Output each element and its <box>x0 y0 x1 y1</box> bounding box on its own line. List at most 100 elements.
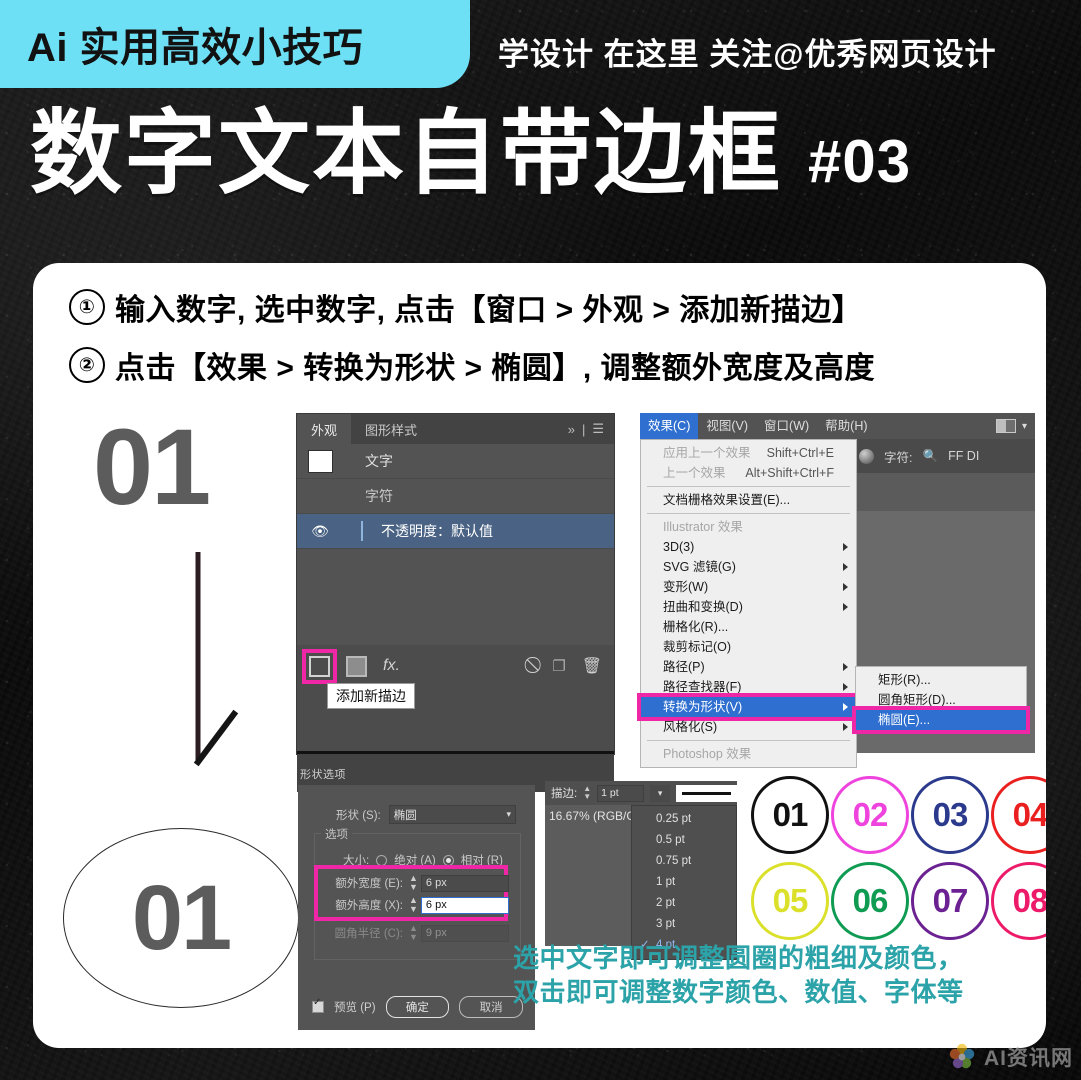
duplicate-item-icon[interactable]: ❐ <box>552 657 565 675</box>
fx-effects-icon[interactable]: fx. <box>383 657 400 675</box>
circle-cell: 05 <box>751 861 829 941</box>
menu-item[interactable]: 应用上一个效果 Shift+Ctrl+E <box>641 443 856 463</box>
menu-separator <box>647 513 850 514</box>
trash-icon[interactable]: 🗑 <box>582 656 602 676</box>
appearance-row-character[interactable]: 字符 <box>297 479 614 514</box>
ok-button[interactable]: 确定 <box>385 996 450 1018</box>
menu-item-shortcut: Shift+Ctrl+E <box>766 446 834 460</box>
size-label: 大小: <box>343 855 370 867</box>
appearance-row-opacity[interactable]: 👁 不透明度：默认值 <box>297 514 614 549</box>
content-card: ① 输入数字, 选中数字, 点击【窗口 > 外观 > 添加新描边】 ② 点击【效… <box>33 263 1046 1048</box>
add-new-stroke-icon[interactable] <box>309 655 330 677</box>
control-bar: 字符: 🔍 FF DI <box>845 439 1035 473</box>
submenu-item-rounded-rectangle[interactable]: 圆角矩形(D)... <box>856 690 1026 710</box>
options-legend: 选项 <box>321 826 352 842</box>
menu-item-crop-marks[interactable]: 裁剪标记(O) <box>641 637 856 657</box>
menu-item-3d[interactable]: 3D(3) <box>641 537 856 557</box>
stroke-option[interactable]: 0.75 pt <box>632 851 736 872</box>
menu-item-distort-transform[interactable]: 扭曲和变换(D) <box>641 597 856 617</box>
menu-item-svg-filters[interactable]: SVG 滤镜(G) <box>641 557 856 577</box>
menu-item-pathfinder[interactable]: 路径查找器(F) <box>641 677 856 697</box>
number-circle: 03 <box>911 776 989 854</box>
menu-item-raster-settings[interactable]: 文档栅格效果设置(E)... <box>641 490 856 510</box>
menu-help[interactable]: 帮助(H) <box>817 413 875 439</box>
character-label: 字符: <box>884 450 913 465</box>
convert-to-shape-submenu[interactable]: 矩形(R)... 圆角矩形(D)... 椭圆(E)... <box>852 666 1030 734</box>
chevron-double-right-icon[interactable]: » <box>568 422 575 437</box>
stepper-icon[interactable]: ▲ ▼ <box>409 874 418 892</box>
search-icon[interactable]: 🔍 <box>922 449 938 464</box>
menu-separator <box>647 486 850 487</box>
corner-radius-row: 圆角半径 (C): ▲ ▼ 9 px <box>325 924 509 942</box>
flower-logo-icon <box>949 1043 975 1069</box>
stroke-option[interactable]: 2 pt <box>632 893 736 914</box>
appearance-panel[interactable]: 外观 图形样式 » | ☰ 文字 字符 👁 不透明度：默认值 fx. ❐ 🗑 添… <box>296 413 615 792</box>
menu-item[interactable]: 上一个效果 Alt+Shift+Ctrl+F <box>641 463 856 483</box>
circle-cell: 03 <box>911 775 989 855</box>
stroke-option[interactable]: 0.5 pt <box>632 830 736 851</box>
stroke-label: 描边: <box>551 788 578 800</box>
menu-item-label: 路径(P) <box>663 660 705 674</box>
number-circle: 06 <box>831 862 909 940</box>
chevron-down-icon[interactable]: ▾ <box>506 809 511 820</box>
shape-options-title: 形状选项 <box>300 769 346 781</box>
stroke-weight-menu[interactable]: 0.25 pt 0.5 pt 0.75 pt 1 pt 2 pt 3 pt 4 … <box>631 805 737 960</box>
menu-group-photoshop-effects: Photoshop 效果 <box>663 747 752 761</box>
radio-absolute-label: 绝对 (A) <box>394 855 436 867</box>
submenu-item-rectangle[interactable]: 矩形(R)... <box>856 670 1026 690</box>
stroke-option[interactable]: 3 pt <box>632 914 736 935</box>
header-tagline: 学设计 在这里 关注@优秀网页设计 <box>498 36 997 72</box>
number-circle-samples: 01 02 03 04 05 06 07 08 <box>751 775 1046 941</box>
demo-number-after: 01 <box>131 866 232 969</box>
menu-item-convert-to-shape[interactable]: 转换为形状(V) <box>637 693 860 721</box>
preview-checkbox[interactable] <box>312 997 324 1013</box>
tab-graphic-styles[interactable]: 图形样式 <box>351 414 431 444</box>
stroke-option[interactable]: 1 pt <box>632 872 736 893</box>
stroke-weight-panel[interactable]: 描边: ▲ ▼ 1 pt ▾ 16.67% (RGB/GPU 0.25 pt 0.… <box>545 781 737 960</box>
menu-item-rasterize[interactable]: 栅格化(R)... <box>641 617 856 637</box>
menu-item-path[interactable]: 路径(P) <box>641 657 856 677</box>
menu-view[interactable]: 视图(V) <box>698 413 756 439</box>
appearance-row-text[interactable]: 文字 <box>297 444 614 479</box>
submenu-arrow-icon <box>843 703 848 711</box>
menu-item-label: 应用上一个效果 <box>663 446 751 460</box>
shape-options-dialog[interactable]: 形状选项 形状 (S): 椭圆 ▾ 选项 大小: 绝对 (A) 相对 (R) 额… <box>298 769 535 1030</box>
caption-line-2: 双击即可调整数字颜色、数值、字体等 <box>513 977 964 1008</box>
submenu-arrow-icon <box>843 663 848 671</box>
submenu-item-ellipse[interactable]: 椭圆(E)... <box>852 706 1030 734</box>
hamburger-menu-icon[interactable]: ☰ <box>592 421 604 437</box>
stroke-value-input[interactable]: 1 pt <box>597 784 645 802</box>
step-item: ① 输入数字, 选中数字, 点击【窗口 > 外观 > 添加新描边】 <box>69 285 1026 329</box>
radio-relative[interactable] <box>442 854 454 866</box>
menu-window[interactable]: 窗口(W) <box>756 413 817 439</box>
appearance-tabs: 外观 图形样式 » | ☰ <box>297 414 614 444</box>
stroke-option[interactable]: 0.25 pt <box>632 809 736 830</box>
chevron-down-icon[interactable]: ▾ <box>1022 421 1027 432</box>
extra-height-input[interactable]: 6 px <box>420 896 509 914</box>
font-value[interactable]: FF DI <box>948 449 979 463</box>
shape-select[interactable]: 椭圆 ▾ <box>388 805 516 824</box>
extra-width-input[interactable]: 6 px <box>420 874 509 892</box>
menu-effect[interactable]: 效果(C) <box>640 413 699 439</box>
brand-badge: Ai 实用高效小技巧 <box>0 0 470 88</box>
arrange-documents-icon[interactable] <box>995 419 1016 433</box>
effects-menu-screenshot[interactable]: 效果(C) 视图(V) 窗口(W) 帮助(H) ▾ 字符: 🔍 FF DI 应用… <box>637 413 1035 768</box>
effect-dropdown-menu[interactable]: 应用上一个效果 Shift+Ctrl+E 上一个效果 Alt+Shift+Ctr… <box>637 439 860 768</box>
add-new-fill-icon[interactable] <box>346 655 367 677</box>
circle-cell: 04 <box>991 775 1046 855</box>
stroke-toolbar: 描边: ▲ ▼ 1 pt ▾ <box>545 781 737 805</box>
stepper-icon[interactable]: ▲ ▼ <box>583 785 591 801</box>
stepper-icon[interactable]: ▲ ▼ <box>409 896 418 914</box>
appearance-toolbar: fx. ⃠ ❐ 🗑 添加新描边 <box>297 645 614 709</box>
tab-appearance[interactable]: 外观 <box>297 414 352 444</box>
shape-select-row: 形状 (S): 椭圆 ▾ <box>336 805 516 824</box>
globe-icon[interactable] <box>859 448 874 464</box>
demo-ellipse-result: 01 <box>63 828 299 1008</box>
number-circle: 01 <box>751 776 829 854</box>
chevron-down-icon[interactable]: ▾ <box>650 784 671 802</box>
radio-absolute[interactable] <box>376 854 388 866</box>
menu-item-warp[interactable]: 变形(W) <box>641 577 856 597</box>
menu-item-label: SVG 滤镜(G) <box>663 560 736 574</box>
eye-icon[interactable]: 👁 <box>305 523 335 540</box>
menu-item-stylize[interactable]: 风格化(S) <box>641 717 856 737</box>
